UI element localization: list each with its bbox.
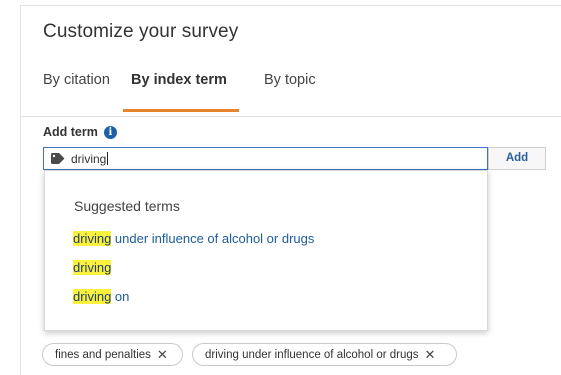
selected-term-pill: driving under influence of alcohol or dr… [192, 343, 457, 366]
survey-panel: Customize your survey By citation By ind… [20, 5, 561, 375]
suggestion-match: driving [73, 289, 112, 304]
selected-term-label: driving under influence of alcohol or dr… [205, 348, 419, 361]
page-title: Customize your survey [43, 21, 239, 42]
remove-term-icon[interactable]: ✕ [425, 348, 436, 361]
active-tab-indicator [123, 109, 239, 112]
suggestion-rest: on [111, 289, 130, 304]
suggestion-item[interactable]: driving under influence of alcohol or dr… [73, 231, 314, 246]
suggestion-match: driving [73, 260, 112, 275]
add-term-heading: Add term i [43, 125, 117, 139]
suggestions-heading: Suggested terms [74, 198, 180, 214]
tab-by-citation[interactable]: By citation [43, 72, 110, 88]
tab-by-index-term[interactable]: By index term [131, 72, 227, 88]
suggestion-rest: under influence of alcohol or drugs [111, 231, 315, 246]
info-icon[interactable]: i [103, 125, 117, 139]
tag-icon [51, 153, 65, 164]
tab-bar: By citation By index term By topic [21, 66, 561, 117]
suggestions-dropdown: Suggested terms driving under influence … [44, 170, 488, 331]
input-value-wrap: driving [71, 151, 109, 166]
add-term-label: Add term [43, 125, 98, 139]
selected-term-label: fines and penalties [55, 348, 151, 361]
suggestion-item[interactable]: driving on [73, 289, 129, 304]
suggestion-item[interactable]: driving [73, 260, 112, 275]
term-search-input[interactable]: driving [43, 147, 488, 170]
remove-term-icon[interactable]: ✕ [157, 348, 168, 361]
selected-term-pill: fines and penalties ✕ [42, 343, 183, 366]
tab-by-topic[interactable]: By topic [264, 72, 316, 88]
input-value: driving [71, 151, 107, 166]
text-cursor [107, 152, 109, 165]
suggestion-match: driving [73, 231, 112, 246]
add-button[interactable]: Add [488, 147, 546, 170]
